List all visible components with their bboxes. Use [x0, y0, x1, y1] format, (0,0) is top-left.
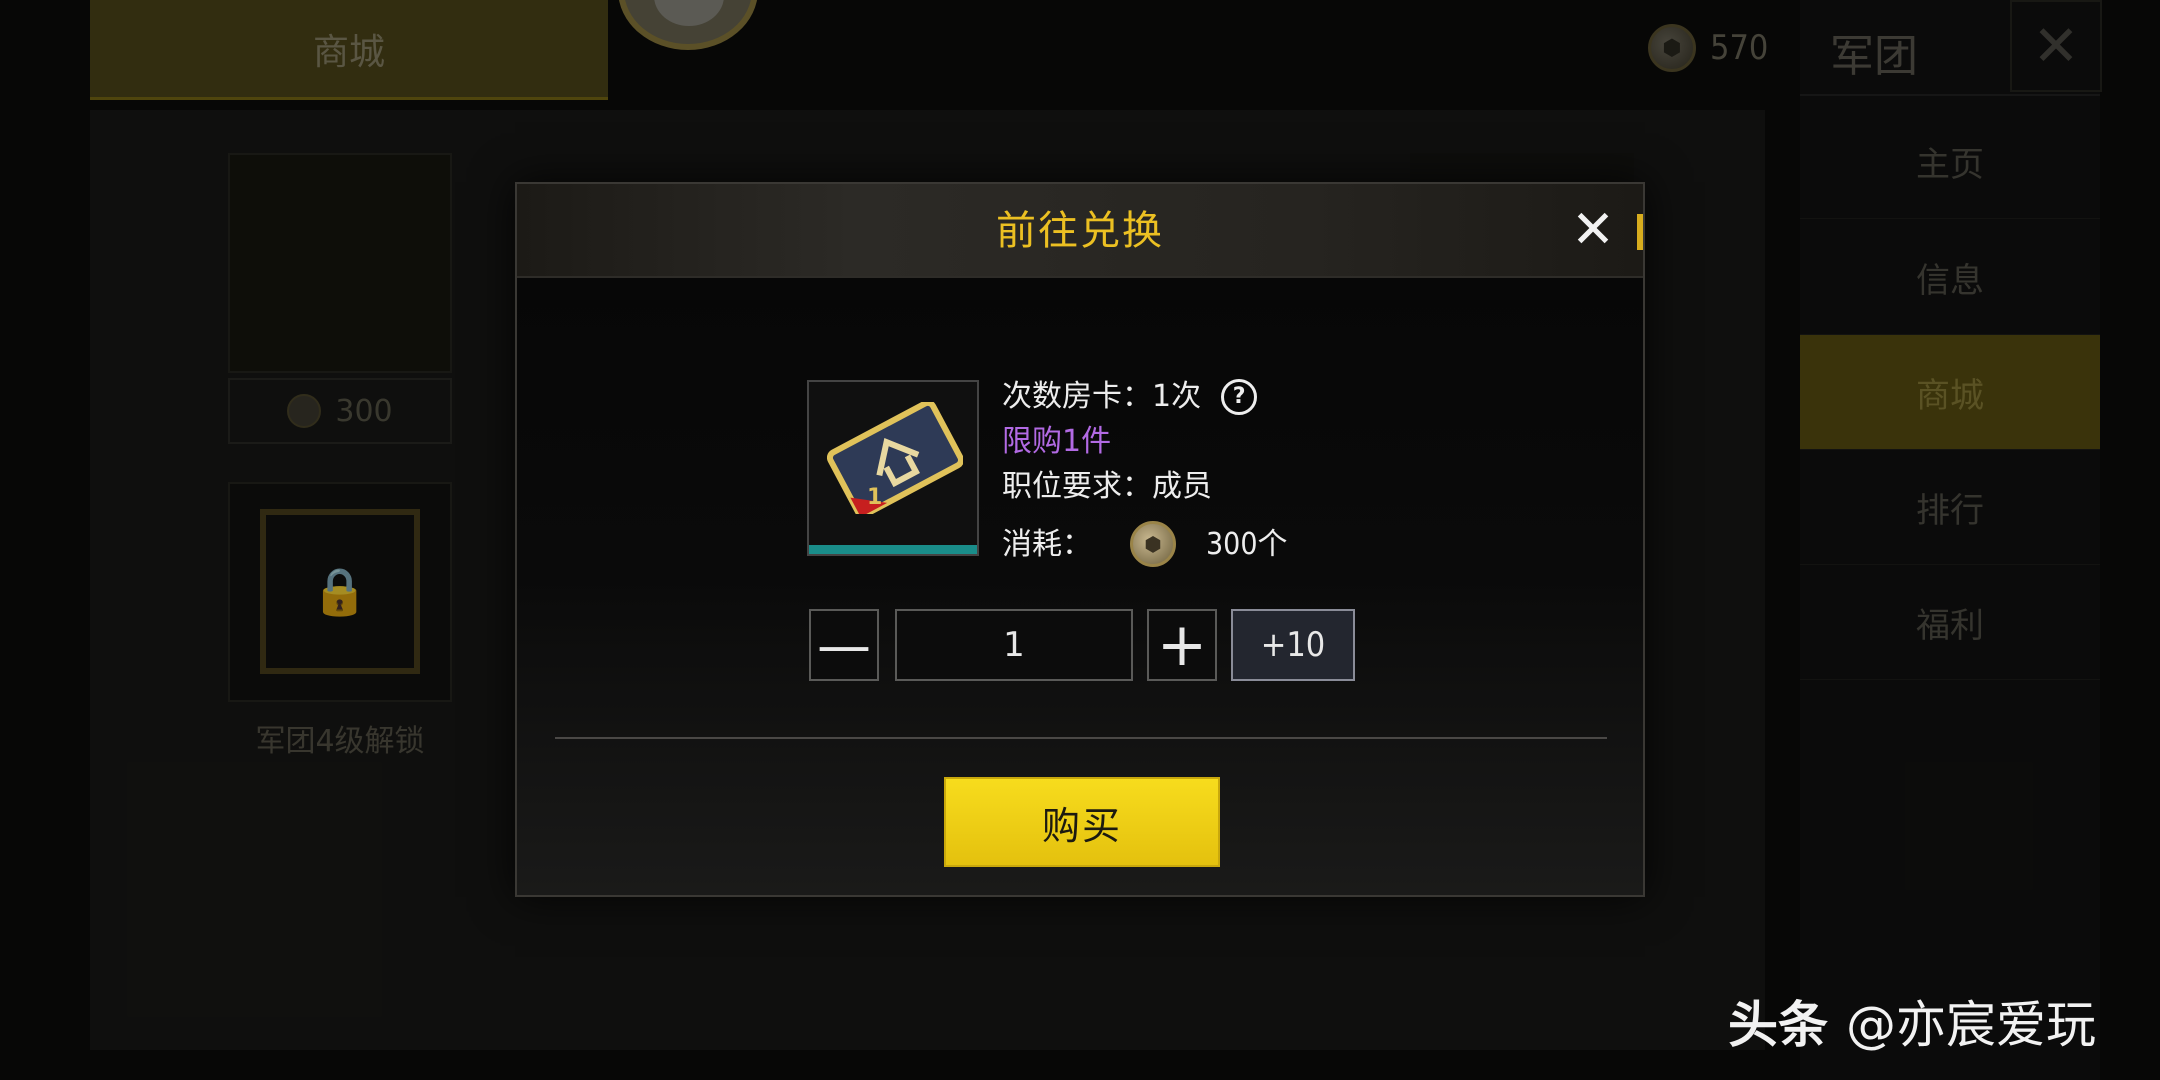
item-name-row: 次数房卡：1次 ? [1002, 374, 1288, 419]
cost-label: 消耗： [1002, 526, 1092, 562]
svg-text:1: 1 [867, 485, 882, 510]
item-info: 次数房卡：1次 ? 限购1件 职位要求：成员 消耗： ⬢ 300个 [1002, 374, 1288, 573]
watermark: 头条 @亦宸爱玩 [1728, 985, 2096, 1057]
item-thumbnail: 1 [807, 380, 979, 556]
dialog-title: 前往兑换 [996, 208, 1164, 254]
header-accent [1637, 214, 1643, 250]
close-icon: ✕ [1571, 200, 1615, 260]
cost-row: 消耗： ⬢ 300个 [1002, 515, 1288, 573]
watermark-handle: @亦宸爱玩 [1846, 996, 2096, 1054]
cost-value: 300个 [1206, 526, 1288, 562]
quantity-plus-button[interactable]: + [1147, 609, 1217, 681]
purchase-limit: 限购1件 [1002, 424, 1112, 459]
dialog-close-button[interactable]: ✕ [1563, 200, 1623, 260]
rarity-bar [809, 545, 977, 554]
quantity-minus-button[interactable]: — [809, 609, 879, 681]
buy-button[interactable]: 购买 [944, 777, 1220, 867]
quantity-plus10-button[interactable]: +10 [1231, 609, 1355, 681]
quantity-input[interactable]: 1 [895, 609, 1133, 681]
help-icon[interactable]: ? [1221, 378, 1258, 415]
watermark-brand: 头条 [1728, 996, 1828, 1054]
room-card-icon: 1 [827, 402, 963, 514]
role-requirement: 职位要求：成员 [1002, 469, 1212, 504]
item-name: 次数房卡：1次 [1002, 379, 1202, 414]
divider [555, 737, 1607, 739]
guild-coin-icon: ⬢ [1130, 521, 1176, 567]
exchange-dialog: 前往兑换 ✕ 1 次数房卡：1次 ? 限购1件 职位要求：成员 消耗： ⬢ 30… [515, 182, 1645, 897]
